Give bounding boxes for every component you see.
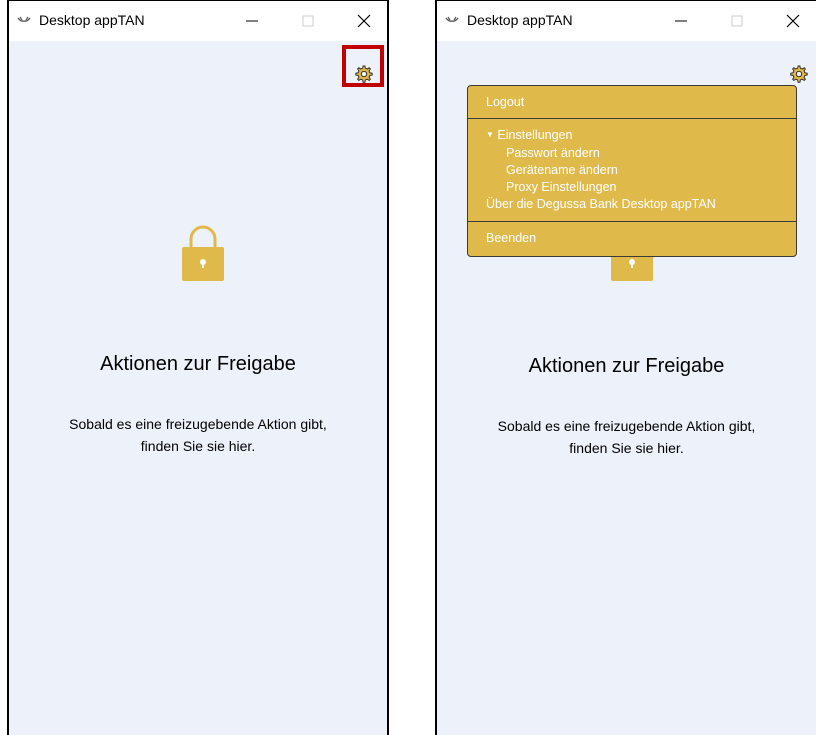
window-title: Desktop appTAN [39, 12, 145, 28]
minimize-icon [675, 20, 687, 22]
expand-triangle-icon: ▼ [486, 130, 494, 139]
maximize-button[interactable] [291, 7, 325, 35]
menu-item-proxy-settings[interactable]: Proxy Einstellungen [506, 180, 616, 194]
menu-divider [468, 118, 796, 119]
menu-item-settings[interactable]: ▼ Einstellungen [486, 128, 572, 142]
menu-item-change-password[interactable]: Passwort ändern [506, 146, 600, 160]
empty-state-line-2: finden Sie sie hier. [569, 440, 684, 456]
menu-item-about[interactable]: Über die Degussa Bank Desktop appTAN [486, 197, 716, 211]
empty-state-line-1: Sobald es eine freizugebende Aktion gibt… [69, 416, 327, 432]
minimize-button[interactable] [235, 7, 269, 35]
empty-state-line-1: Sobald es eine freizugebende Aktion gibt… [497, 418, 756, 434]
maximize-icon [731, 15, 743, 27]
minimize-button[interactable] [664, 7, 698, 35]
close-button[interactable] [347, 7, 381, 35]
app-window-menu-open: Desktop appTAN Logout ▼ Einstellungen Pa… [435, 0, 816, 735]
lock-icon [182, 225, 224, 281]
title-bar[interactable]: Desktop appTAN [9, 1, 387, 41]
close-icon [357, 14, 371, 28]
minimize-icon [246, 20, 258, 22]
close-icon [786, 14, 800, 28]
settings-dropdown-menu: Logout ▼ Einstellungen Passwort ändern G… [467, 85, 797, 257]
page-title: Aktionen zur Freigabe [528, 355, 725, 377]
app-logo-icon [445, 16, 459, 22]
menu-item-quit[interactable]: Beenden [486, 231, 536, 245]
maximize-button[interactable] [720, 7, 754, 35]
empty-state-message: Sobald es eine freizugebende Aktion gibt… [29, 413, 367, 457]
menu-item-settings-label: Einstellungen [497, 128, 573, 142]
app-window-before: Desktop appTAN Aktionen zur Freigabe Sob… [7, 0, 389, 735]
menu-divider [468, 221, 796, 222]
menu-item-change-device-name[interactable]: Gerätename ändern [506, 163, 618, 177]
empty-state-line-2: finden Sie sie hier. [140, 438, 256, 454]
empty-state-message: Sobald es eine freizugebende Aktion gibt… [457, 415, 796, 459]
gear-icon[interactable] [790, 65, 808, 83]
close-button[interactable] [776, 7, 810, 35]
menu-item-logout[interactable]: Logout [486, 95, 524, 109]
app-logo-icon [17, 16, 31, 22]
window-title: Desktop appTAN [467, 12, 573, 28]
page-title: Aktionen zur Freigabe [100, 353, 296, 375]
gear-icon[interactable] [355, 65, 373, 83]
maximize-icon [302, 15, 314, 27]
title-bar[interactable]: Desktop appTAN [437, 1, 816, 41]
